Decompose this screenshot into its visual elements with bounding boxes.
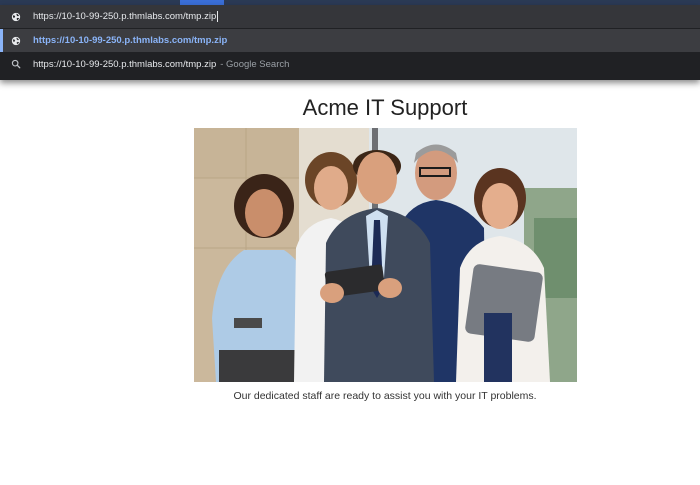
omnibox-dropdown: https://10-10-99-250.p.thmlabs.com/tmp.z… <box>0 5 700 80</box>
globe-icon <box>11 12 21 21</box>
address-bar[interactable]: https://10-10-99-250.p.thmlabs.com/tmp.z… <box>0 5 700 28</box>
suggestion-url[interactable]: https://10-10-99-250.p.thmlabs.com/tmp.z… <box>0 29 700 52</box>
team-photo-illustration <box>194 128 577 382</box>
text-caret <box>217 11 219 22</box>
address-input[interactable]: https://10-10-99-250.p.thmlabs.com/tmp.z… <box>33 11 216 22</box>
suggestion-search[interactable]: https://10-10-99-250.p.thmlabs.com/tmp.z… <box>0 52 700 76</box>
suggestion-url-text: https://10-10-99-250.p.thmlabs.com/tmp.z… <box>33 35 228 46</box>
suggestion-search-suffix: - Google Search <box>220 58 290 70</box>
team-photo <box>194 128 577 382</box>
photo-caption: Our dedicated staff are ready to assist … <box>233 390 537 402</box>
browser-window: https://10-10-99-250.p.thmlabs.com/tmp.z… <box>0 0 700 485</box>
search-icon <box>11 59 21 69</box>
globe-icon <box>11 36 21 45</box>
page-title: Acme IT Support <box>302 95 468 120</box>
suggestion-search-text: https://10-10-99-250.p.thmlabs.com/tmp.z… <box>33 58 217 70</box>
selection-indicator <box>0 29 3 52</box>
